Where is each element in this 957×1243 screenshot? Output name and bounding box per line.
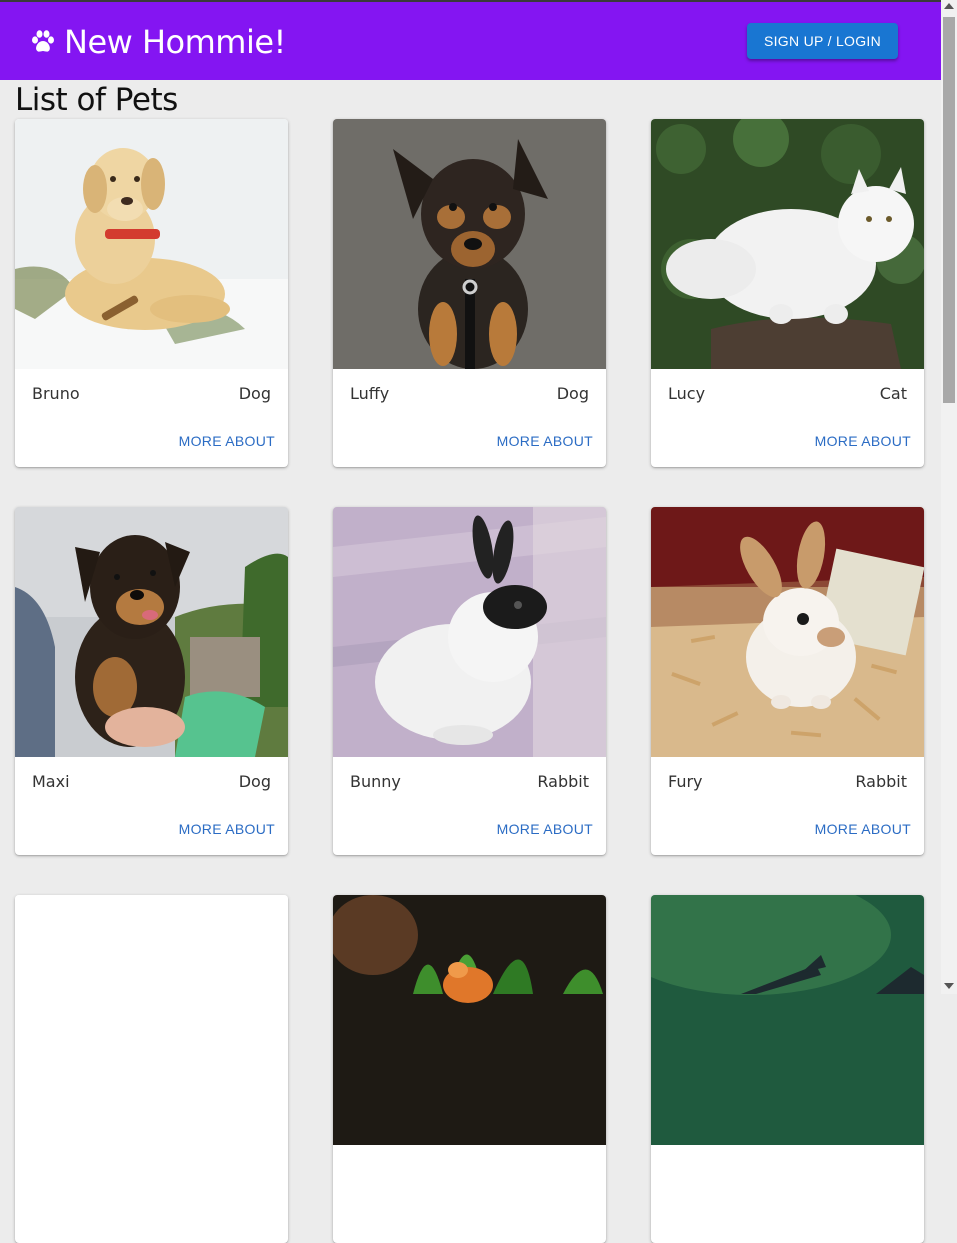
pet-card: Lucy Cat MORE ABOUT: [651, 119, 924, 467]
pet-card: [15, 895, 288, 1243]
pet-name: Fury: [668, 772, 703, 791]
more-about-button[interactable]: MORE ABOUT: [815, 433, 911, 449]
pet-type: Cat: [879, 384, 907, 403]
pet-photo[interactable]: [333, 507, 606, 757]
pet-type: Dog: [556, 384, 589, 403]
scroll-up-arrow-icon[interactable]: [944, 3, 954, 9]
more-about-button[interactable]: MORE ABOUT: [179, 821, 275, 837]
more-about-button[interactable]: MORE ABOUT: [497, 433, 593, 449]
more-about-button[interactable]: MORE ABOUT: [179, 433, 275, 449]
more-about-button[interactable]: MORE ABOUT: [815, 821, 911, 837]
pet-card: [651, 895, 924, 1243]
pet-photo[interactable]: [651, 895, 924, 1145]
pet-card: Fury Rabbit MORE ABOUT: [651, 507, 924, 855]
pet-card: Bruno Dog MORE ABOUT: [15, 119, 288, 467]
pet-name: Bruno: [32, 384, 80, 403]
more-about-button[interactable]: MORE ABOUT: [497, 821, 593, 837]
scroll-down-arrow-icon[interactable]: [944, 983, 954, 989]
pet-photo[interactable]: [651, 119, 924, 369]
pet-card: Maxi Dog MORE ABOUT: [15, 507, 288, 855]
pet-card: [333, 895, 606, 1243]
pet-card: Luffy Dog MORE ABOUT: [333, 119, 606, 467]
pet-name: Bunny: [350, 772, 401, 791]
pet-grid: Bruno Dog MORE ABOUT Luffy Dog MORE ABOU…: [0, 0, 941, 1243]
pet-type: Dog: [238, 772, 271, 791]
pet-photo[interactable]: [15, 507, 288, 757]
pet-type: Rabbit: [855, 772, 907, 791]
pet-card: Bunny Rabbit MORE ABOUT: [333, 507, 606, 855]
pet-name: Lucy: [668, 384, 706, 403]
pet-photo[interactable]: [333, 119, 606, 369]
pet-name: Maxi: [32, 772, 70, 791]
pet-photo[interactable]: [15, 119, 288, 369]
pet-name: Luffy: [350, 384, 390, 403]
pet-photo[interactable]: [333, 895, 606, 1145]
pet-photo[interactable]: [651, 507, 924, 757]
pet-photo-placeholder[interactable]: [15, 895, 288, 1145]
scrollbar-thumb[interactable]: [943, 17, 955, 403]
pet-type: Dog: [238, 384, 271, 403]
pet-type: Rabbit: [537, 772, 589, 791]
